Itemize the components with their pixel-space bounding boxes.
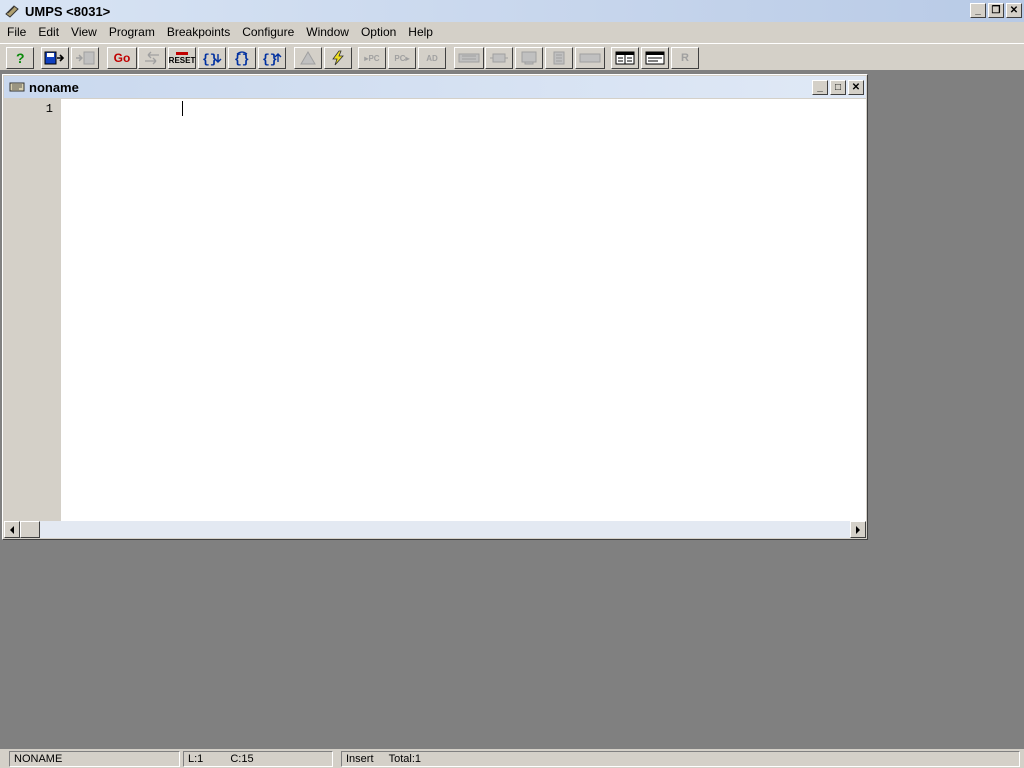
- lightning-icon: [332, 50, 344, 66]
- scroll-thumb[interactable]: [20, 521, 40, 538]
- menu-help[interactable]: Help: [402, 23, 439, 42]
- menu-view[interactable]: View: [65, 23, 103, 42]
- code-editor[interactable]: 1: [4, 99, 866, 521]
- arrow-left-icon: [10, 525, 14, 534]
- minimize-button[interactable]: _: [970, 3, 986, 18]
- document-icon: [9, 81, 25, 93]
- editor-close-button[interactable]: ✕: [848, 80, 864, 95]
- menu-breakpoints[interactable]: Breakpoints: [161, 23, 236, 42]
- storage-view-button[interactable]: [545, 47, 573, 69]
- close-button[interactable]: ✕: [1006, 3, 1022, 18]
- upload-button[interactable]: [71, 47, 99, 69]
- window-view-button[interactable]: [641, 47, 669, 69]
- display-view-button[interactable]: [515, 47, 543, 69]
- status-bar: NONAME L:1 C:15 Insert Total:1: [0, 749, 1024, 768]
- app-title: UMPS <8031>: [25, 3, 111, 19]
- horizontal-scrollbar[interactable]: [4, 521, 866, 538]
- menu-configure[interactable]: Configure: [236, 23, 300, 42]
- keyboard-icon: [579, 53, 601, 63]
- status-position-pane: L:1 C:15: [183, 751, 333, 767]
- scroll-right-button[interactable]: [850, 521, 866, 538]
- reset-button[interactable]: RESET: [168, 47, 196, 69]
- status-filename: NONAME: [14, 753, 63, 765]
- status-line: L:1: [188, 753, 204, 765]
- save-arrow-icon: [44, 51, 65, 65]
- go-button[interactable]: Go: [107, 47, 137, 69]
- menu-program[interactable]: Program: [103, 23, 161, 42]
- run-to-pc-button[interactable]: ▸ PC: [358, 47, 386, 69]
- status-total: Total:1: [388, 753, 421, 765]
- r-button[interactable]: R: [671, 47, 699, 69]
- step-out-icon: {}: [262, 52, 282, 66]
- step-over-button[interactable]: {}: [228, 47, 256, 69]
- keyboard-view-button[interactable]: [575, 47, 605, 69]
- address-button[interactable]: AD: [418, 47, 446, 69]
- breakpoint-button[interactable]: [294, 47, 322, 69]
- menu-file[interactable]: File: [1, 23, 32, 42]
- register-view-button[interactable]: [485, 47, 513, 69]
- menu-window[interactable]: Window: [300, 23, 355, 42]
- ad-label: AD: [426, 53, 438, 63]
- pc-label-2: PC: [394, 53, 406, 63]
- set-pc-button[interactable]: PC ▸: [388, 47, 416, 69]
- pc-label: PC: [368, 53, 380, 63]
- status-file-pane: NONAME: [9, 751, 180, 767]
- menu-edit[interactable]: Edit: [32, 23, 65, 42]
- minimize-icon: _: [975, 4, 981, 16]
- arrow-right-icon: ▸: [405, 53, 410, 63]
- menu-bar: File Edit View Program Breakpoints Confi…: [0, 22, 1024, 43]
- window-icon: [645, 51, 665, 65]
- editor-title-bar[interactable]: noname _ □ ✕: [4, 76, 866, 98]
- memory-icon: [458, 53, 480, 63]
- scroll-left-button[interactable]: [4, 521, 20, 538]
- step-back-button[interactable]: [138, 47, 166, 69]
- status-mode-pane: Insert Total:1: [341, 751, 1020, 767]
- restore-icon: ❐: [991, 4, 1001, 16]
- editor-minimize-button[interactable]: _: [812, 80, 828, 95]
- reset-label: RESET: [168, 55, 196, 65]
- monitor-icon: [521, 51, 537, 65]
- close-icon: ✕: [1009, 4, 1019, 16]
- warning-triangle-icon: [300, 51, 316, 65]
- help-button[interactable]: ?: [6, 47, 34, 69]
- minimize-icon: _: [817, 81, 823, 93]
- run-fast-button[interactable]: [324, 47, 352, 69]
- upload-icon: [76, 51, 95, 65]
- toolbar: ? Go RESET {} {} {} ▸ PC PC ▸ AD R: [0, 43, 1024, 71]
- r-label: R: [681, 52, 689, 64]
- status-column: C:15: [230, 753, 254, 765]
- split-window-icon: [615, 51, 635, 65]
- restore-button[interactable]: ❐: [988, 3, 1004, 18]
- save-download-button[interactable]: [41, 47, 69, 69]
- svg-text:{}: {}: [234, 52, 250, 66]
- line-number: 1: [45, 102, 53, 116]
- step-out-button[interactable]: {}: [258, 47, 286, 69]
- app-title-bar[interactable]: UMPS <8031> _ ❐ ✕: [0, 0, 1024, 22]
- umps-app-icon: [3, 3, 21, 19]
- line-number-gutter: 1: [4, 99, 61, 521]
- reset-indicator-icon: [176, 51, 188, 55]
- arrow-right-icon: [856, 525, 860, 534]
- maximize-icon: □: [834, 81, 842, 93]
- storage-icon: [553, 51, 565, 65]
- status-mode: Insert: [346, 753, 374, 765]
- memory-view-button[interactable]: [454, 47, 484, 69]
- step-back-icon: [145, 51, 159, 65]
- editor-maximize-button[interactable]: □: [830, 80, 846, 95]
- editor-content[interactable]: [64, 101, 866, 117]
- go-label: Go: [113, 51, 131, 65]
- close-icon: ✕: [851, 81, 861, 93]
- split-view-button[interactable]: [611, 47, 639, 69]
- svg-text:?: ?: [16, 50, 25, 66]
- editor-title: noname: [29, 79, 79, 95]
- chip-icon: [490, 53, 508, 63]
- text-caret: [182, 101, 183, 116]
- step-into-button[interactable]: {}: [198, 47, 226, 69]
- step-over-icon: {}: [234, 51, 250, 66]
- svg-text:{}: {}: [262, 52, 278, 66]
- help-icon: ?: [16, 50, 25, 66]
- menu-option[interactable]: Option: [355, 23, 402, 42]
- editor-window: noname _ □ ✕ 1: [2, 74, 868, 540]
- step-into-icon: {}: [202, 52, 222, 66]
